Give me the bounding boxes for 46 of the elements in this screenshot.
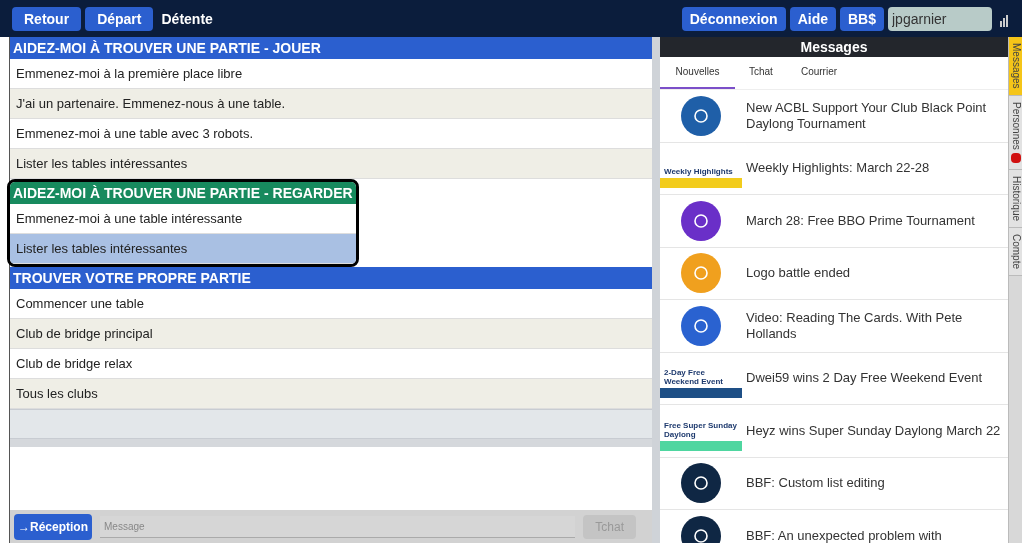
news-item[interactable]: Weekly Highlights Weekly Highlights: March 22-28 <box>660 142 1008 195</box>
section-header: TROUVER VOTRE PROPRE PARTIE <box>10 267 652 289</box>
news-item[interactable]: Video: Reading The Cards. With Pete Hollands <box>660 300 1008 353</box>
news-item[interactable]: Free Super Sunday Daylong Heyz wins Super Sunday Daylong March 22 <box>660 405 1008 458</box>
news-title: BBF: An unexpected problem with <box>746 527 943 543</box>
news-item[interactable]: BBF: An unexpected problem with <box>660 510 1008 543</box>
menu-item[interactable]: Lister les tables intéressantes <box>10 149 652 179</box>
news-title: Weekly Highlights: March 22-28 <box>746 160 931 177</box>
nav-button[interactable]: Départ <box>85 6 154 31</box>
nav-button[interactable]: Retour <box>12 6 82 31</box>
side-tab[interactable]: Historique <box>1009 170 1022 229</box>
menu-item[interactable]: Lister les tables intéressantes <box>10 234 356 264</box>
menu-item[interactable]: J'ai un partenaire. Emmenez-nous à une table. <box>10 89 652 119</box>
nav-button[interactable]: Aide <box>789 6 836 31</box>
news-title: Logo battle ended <box>746 265 852 282</box>
news-title: BBF: Custom list editing <box>746 475 886 492</box>
menu-item[interactable]: Tous les clubs <box>10 379 652 409</box>
news-tab[interactable]: Nouvelles <box>660 56 735 89</box>
news-title: Dwei59 wins 2 Day Free Weekend Event <box>746 370 984 387</box>
news-title: New ACBL Support Your Club Black Point Daylong Tournament <box>746 99 988 132</box>
side-tab[interactable]: Messages <box>1009 37 1022 96</box>
news-item[interactable]: New ACBL Support Your Club Black Point Daylong Tournament <box>660 90 1008 143</box>
news-item[interactable]: Logo battle ended <box>660 247 1008 300</box>
news-item[interactable]: March 28: Free BBO Prime Tournament <box>660 195 1008 248</box>
reception-button[interactable]: →Réception <box>14 513 92 540</box>
nav-button[interactable]: Déconnexion <box>681 6 786 31</box>
news-title: Heyz wins Super Sunday Daylong March 22 <box>746 422 1002 439</box>
message-field[interactable]: Message <box>100 515 576 538</box>
news-item[interactable]: BBF: Custom list editing <box>660 457 1008 510</box>
menu-item[interactable]: Club de bridge principal <box>10 319 652 349</box>
messages-header: Messages <box>660 37 1008 57</box>
nav-button[interactable]: BB$ <box>840 6 884 31</box>
news-tab[interactable]: Tchat <box>735 56 787 89</box>
news-item[interactable]: 2-Day Free Weekend Event Dwei59 wins 2 Day Free Weekend Event <box>660 352 1008 405</box>
section-header: AIDEZ-MOI À TROUVER UNE PARTIE - JOUER <box>10 37 652 59</box>
username-field[interactable]: jpgarnier <box>888 6 992 31</box>
news-title: Video: Reading The Cards. With Pete Hollands <box>746 309 964 342</box>
thumbnail-caption: Weekly Highlights <box>663 167 734 177</box>
news-title: March 28: Free BBO Prime Tournament <box>746 212 976 229</box>
page-title: Détente <box>161 9 213 29</box>
section-header: AIDEZ-MOI À TROUVER UNE PARTIE - REGARDER <box>10 182 356 204</box>
thumbnail-caption: 2-Day Free Weekend Event <box>663 368 724 387</box>
thumbnail-caption: Free Super Sunday Daylong <box>663 420 738 439</box>
side-tab[interactable]: Personnes <box>1009 95 1022 171</box>
side-tab[interactable]: Compte <box>1009 228 1022 277</box>
news-tab[interactable]: Courrier <box>786 56 852 89</box>
